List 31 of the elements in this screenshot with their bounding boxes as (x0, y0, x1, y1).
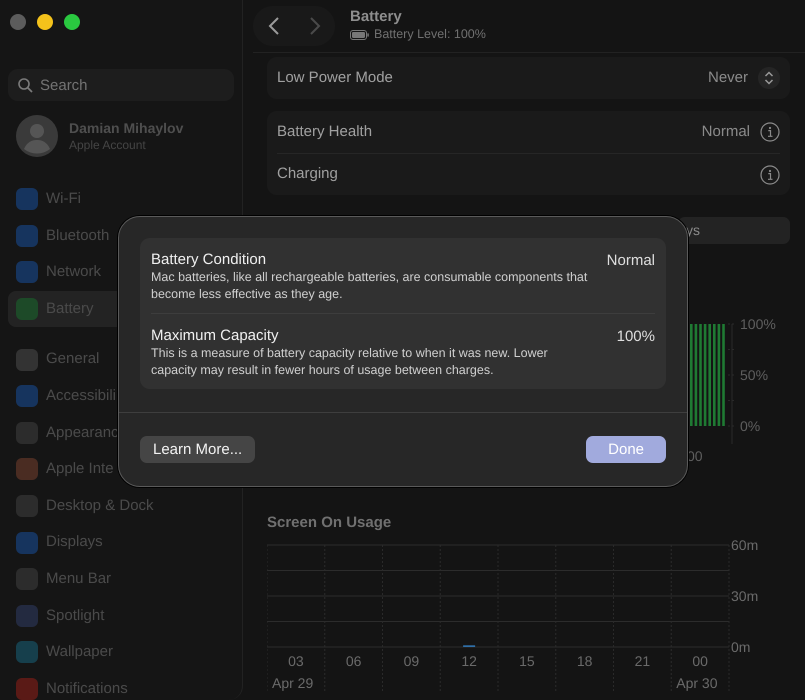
axis-label: 50% (740, 367, 768, 383)
axis-label: 0m (731, 639, 750, 655)
account-name: Damian Mihaylov (69, 119, 184, 137)
date-label: Apr 29 (272, 675, 314, 691)
axis-label: 30m (731, 588, 758, 604)
setting-label: Battery Health (277, 122, 372, 142)
item-title: Battery Condition (151, 250, 268, 269)
axis-label: 00 (692, 653, 708, 669)
battery-level: Battery Level: 100% (374, 26, 486, 44)
axis-label: 60m (731, 537, 758, 553)
setting-value: Never (708, 68, 748, 88)
axis-label: 15 (519, 653, 535, 669)
item-title: Maximum Capacity (151, 326, 280, 345)
axis-label: 06 (346, 653, 362, 669)
axis-label: 0% (740, 418, 760, 434)
item-value: Normal (606, 251, 655, 271)
axis-label: 03 (288, 653, 304, 669)
axis-label: 21 (634, 653, 650, 669)
chart-title: Screen On Usage (267, 512, 392, 532)
item-description: Mac batteries, like all rechargeable batteries, are consumable components that become less effective as they age. (151, 269, 588, 303)
axis-label: 12 (461, 653, 477, 669)
setting-label: Charging (277, 164, 338, 184)
page-title: Battery (350, 8, 403, 26)
axis-label: 100% (740, 316, 776, 332)
axis-label: 18 (576, 653, 592, 669)
axis-label: 09 (404, 653, 420, 669)
item-description: This is a measure of battery capacity relative to when it was new. Lower capacity may result in fewer hours of usage between charges. (151, 345, 549, 379)
setting-label: Low Power Mode (277, 68, 393, 88)
setting-value: Normal (702, 122, 750, 142)
item-value: 100% (616, 327, 655, 347)
date-label: Apr 30 (676, 675, 718, 691)
